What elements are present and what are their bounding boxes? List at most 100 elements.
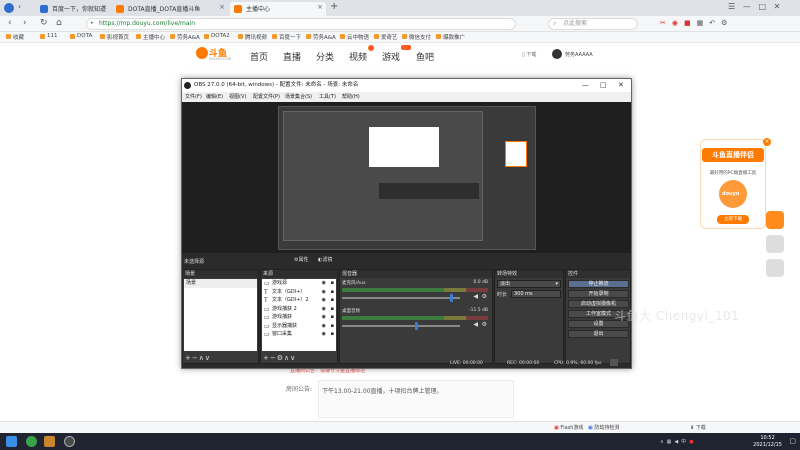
sidebar-feedback-icon[interactable] (766, 259, 784, 277)
eye-icon[interactable]: ◉ (322, 296, 326, 305)
source-item[interactable]: ▭ 显示器捕获 ◉ ▪ (262, 322, 336, 331)
eye-icon[interactable]: ◉ (322, 305, 326, 314)
eye-icon[interactable]: ◉ (322, 279, 326, 288)
speaker-icon[interactable]: ◀ (473, 321, 478, 328)
scissors-icon[interactable]: ✂ (660, 19, 672, 27)
bookmark-item[interactable]: 影视首页 (100, 33, 129, 41)
add-icon[interactable]: + (263, 354, 270, 362)
bookmark-item[interactable]: 云中物语 (340, 33, 369, 41)
scenes-list[interactable]: 场景 (184, 279, 257, 351)
flash-games-link[interactable]: ▣ Flash游戏 (554, 424, 583, 431)
lock-icon[interactable]: ▪ (331, 330, 334, 339)
properties-button[interactable]: ⚙属性 (294, 256, 309, 263)
source-item[interactable]: ▭ 游戏源 ◉ ▪ (262, 279, 336, 288)
url-input[interactable]: • https://mp.douyu.com/live/main (86, 18, 516, 30)
close-window-icon[interactable]: ✕ (774, 2, 781, 11)
hijack-check-link[interactable]: ▣ 防劫持检测 (588, 424, 619, 431)
game-icon[interactable]: ◉ (672, 19, 684, 27)
close-tab-icon[interactable]: × (101, 3, 107, 11)
duration-input[interactable]: 300 ms (511, 290, 561, 298)
refresh-icon[interactable]: ↻ (40, 18, 48, 28)
start-windows-icon[interactable] (6, 436, 17, 447)
promo-close-icon[interactable]: × (763, 138, 771, 146)
grid-icon[interactable]: ▦ (697, 19, 710, 27)
volume-slider-track[interactable] (342, 325, 460, 327)
menu-icon[interactable]: ☰ (728, 2, 735, 11)
menu-scene-collection[interactable]: 场景集合(S) (285, 92, 312, 102)
maximize-icon[interactable]: □ (758, 2, 766, 11)
menu-file[interactable]: 文件(F) (185, 92, 202, 102)
antivirus-icon[interactable]: ● (689, 439, 696, 445)
gear-icon[interactable]: ⚙ (482, 293, 487, 300)
bookmark-item[interactable]: 微信支付 (402, 33, 431, 41)
exit-button[interactable]: 退出 (568, 330, 629, 338)
eye-icon[interactable]: ◉ (322, 313, 326, 322)
downloads-link[interactable]: ⬇ 下载 (690, 424, 706, 431)
bookmark-item[interactable]: 主播中心 (136, 33, 165, 41)
remove-icon[interactable]: − (192, 354, 199, 362)
volume-slider-track[interactable] (342, 297, 460, 299)
back-icon[interactable]: ‹ (8, 18, 12, 28)
menu-profile[interactable]: 配置文件(P) (253, 92, 280, 102)
bookmark-item[interactable]: 劳务A&A (306, 33, 336, 41)
sidebar-play-icon[interactable] (766, 211, 784, 229)
source-item[interactable]: ▭ 窗口采集 ◉ ▪ (262, 330, 336, 339)
tab-streamer-center[interactable]: 主播中心 × (230, 2, 326, 16)
app-obs-icon[interactable] (64, 436, 75, 447)
bookmark-item[interactable]: 腾讯视频 (238, 33, 267, 41)
volume-slider-knob[interactable] (449, 294, 453, 302)
preview-canvas[interactable] (278, 106, 536, 250)
menu-view[interactable]: 视图(V) (229, 92, 246, 102)
transition-select[interactable]: 淡出 ▾ (497, 280, 561, 288)
speaker-icon[interactable]: ◀ (473, 293, 478, 300)
app-game-icon[interactable] (44, 436, 55, 447)
filters-button[interactable]: ◐滤镜 (318, 256, 332, 263)
back-tabs-icon[interactable]: ‹ (18, 2, 21, 11)
clock[interactable]: 10:52 2021/12/15 (753, 435, 782, 448)
bookmark-item[interactable]: 百度一下 (272, 33, 301, 41)
close-tab-icon[interactable]: × (317, 3, 323, 11)
lock-icon[interactable]: ▪ (331, 305, 334, 314)
undo-icon[interactable]: ↶ (709, 19, 721, 27)
volume-slider-knob[interactable] (415, 322, 419, 330)
nav-live[interactable]: 直播 (283, 50, 301, 63)
notification-icon[interactable]: ▢ (789, 437, 796, 445)
tab-baidu[interactable]: 百度一下，你就知道 × (36, 2, 110, 16)
lock-icon[interactable]: ▪ (331, 279, 334, 288)
source-item[interactable]: ▭ 游戏捕获 ◉ ▪ (262, 313, 336, 322)
sources-list[interactable]: ▭ 游戏源 ◉ ▪ T 文本（GDI+） ◉ ▪ T 文本（GDI+）2 ◉ ▪ ▭ 游戏捕获 2 ◉… (262, 279, 336, 351)
move-down-icon[interactable]: ∨ (290, 354, 296, 362)
settings-icon[interactable]: ⚙ (721, 19, 733, 27)
sidebar-home-icon[interactable] (766, 235, 784, 253)
bookmark-item[interactable]: 爆款推广 (436, 33, 465, 41)
add-icon[interactable]: + (185, 354, 192, 362)
minimize-icon[interactable]: — (582, 79, 589, 92)
source-item[interactable]: ▭ 游戏捕获 2 ◉ ▪ (262, 305, 336, 314)
home-icon[interactable]: ⌂ (56, 18, 62, 28)
nav-video[interactable]: 视频 (349, 50, 367, 63)
download-link[interactable]: ▯ 下载 (522, 51, 536, 58)
start-recording-button[interactable]: 开始录制 (568, 290, 629, 298)
username[interactable]: 劳务AAAAA (565, 51, 593, 58)
lock-icon[interactable]: ▪ (331, 296, 334, 305)
tab-dota[interactable]: DOTA直播_DOTA直播斗鱼 × (112, 2, 228, 16)
menu-help[interactable]: 帮助(H) (342, 92, 360, 102)
chevron-up-icon[interactable]: ∧ (660, 439, 667, 445)
bookmark-item[interactable]: 爱奇艺 (374, 33, 398, 41)
source-item[interactable]: T 文本（GDI+） ◉ ▪ (262, 288, 336, 297)
bookmark-item[interactable]: 111 (40, 33, 58, 39)
gear-icon[interactable]: ⚙ (482, 321, 487, 328)
close-tab-icon[interactable]: × (219, 3, 225, 11)
eye-icon[interactable]: ◉ (322, 288, 326, 297)
bookmark-item[interactable]: DOTA2 (204, 33, 230, 39)
nav-category[interactable]: 分类 (316, 50, 334, 63)
move-down-icon[interactable]: ∨ (205, 354, 211, 362)
bookmark-item[interactable]: 劳务A&A (170, 33, 200, 41)
app-360-icon[interactable] (26, 436, 37, 447)
nav-fishbar[interactable]: 鱼吧 (416, 50, 434, 63)
search-input[interactable]: ⌕ 点此搜索 (548, 18, 638, 30)
gear-icon[interactable]: ⚙ (277, 354, 284, 362)
eye-icon[interactable]: ◉ (322, 322, 326, 331)
nav-game[interactable]: 游戏 (382, 50, 400, 63)
maximize-icon[interactable]: □ (600, 79, 607, 92)
